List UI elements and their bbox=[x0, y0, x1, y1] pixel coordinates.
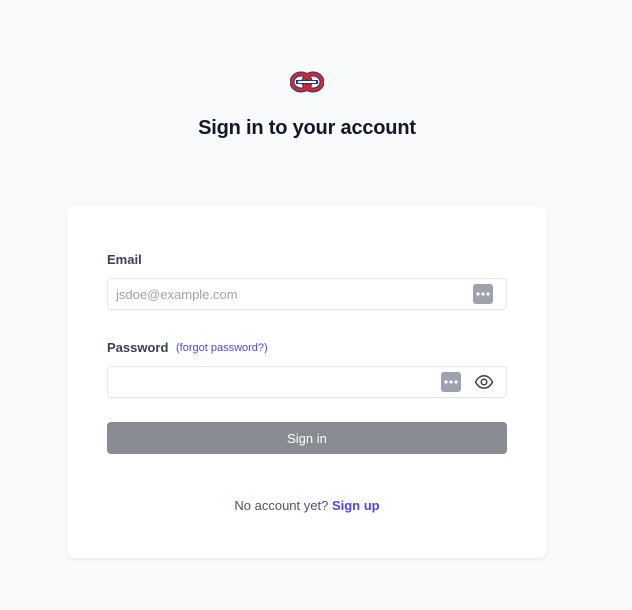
forgot-password-link[interactable]: (forgot password?) bbox=[176, 342, 268, 354]
email-label: Email bbox=[107, 252, 142, 267]
password-label: Password bbox=[107, 340, 169, 355]
signin-card: Email Password (forgot password?) Sign i… bbox=[67, 206, 547, 558]
sign-in-button[interactable]: Sign in bbox=[107, 422, 507, 454]
signup-link[interactable]: Sign up bbox=[332, 498, 380, 513]
signup-prompt: No account yet? Sign up bbox=[67, 498, 547, 513]
email-input[interactable] bbox=[108, 279, 506, 309]
password-field-wrapper bbox=[107, 366, 507, 398]
page-title: Sign in to your account bbox=[198, 117, 416, 139]
email-field-wrapper bbox=[107, 278, 507, 310]
password-manager-icon[interactable] bbox=[441, 372, 461, 392]
password-manager-icon[interactable] bbox=[473, 284, 493, 304]
show-password-eye-icon[interactable] bbox=[474, 373, 494, 391]
knot-logo-icon bbox=[290, 71, 324, 93]
signup-prompt-text: No account yet? bbox=[234, 498, 329, 513]
